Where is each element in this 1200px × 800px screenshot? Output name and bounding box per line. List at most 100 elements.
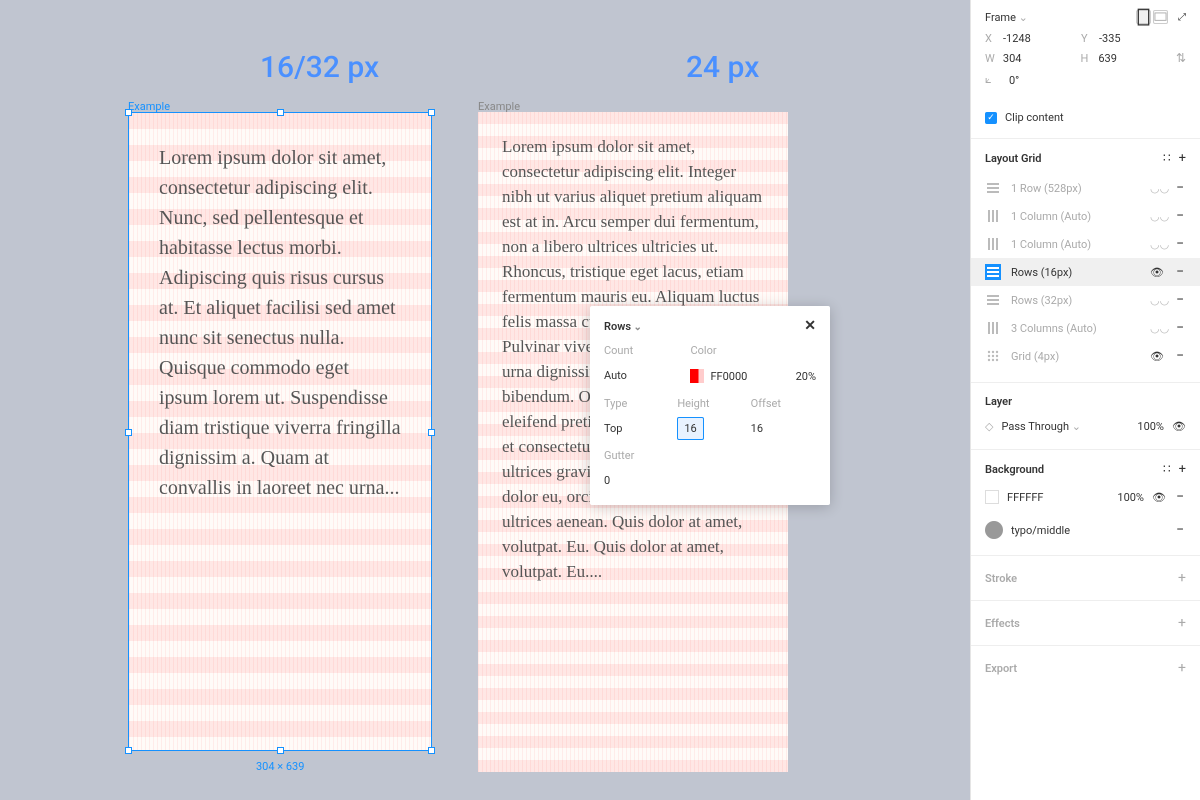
layer-section: Layer ◇ Pass Through 100% 👁 (971, 382, 1200, 449)
resize-handle[interactable] (428, 747, 435, 754)
typo-style-label[interactable]: typo/middle (1011, 524, 1070, 537)
resize-handle[interactable] (125, 747, 132, 754)
resize-handle[interactable] (125, 109, 132, 116)
landscape-icon[interactable] (1153, 10, 1168, 24)
effects-title: Effects (985, 617, 1020, 630)
x-label: X (985, 32, 1003, 45)
remove-grid-icon[interactable]: − (1174, 348, 1186, 364)
remove-grid-icon[interactable]: − (1174, 320, 1186, 336)
stroke-title: Stroke (985, 572, 1017, 585)
gutter-value[interactable]: 0 (604, 474, 610, 487)
bg-styles-icon[interactable]: ∷ (1163, 462, 1169, 477)
visibility-icon[interactable]: ◡◡ (1150, 182, 1164, 195)
resize-handle[interactable] (125, 429, 132, 436)
frame-type-dropdown[interactable]: Frame (985, 11, 1028, 24)
grid-item[interactable]: Rows (16px) 👁− (971, 258, 1200, 286)
grid-item[interactable]: Rows (32px) ◡◡− (985, 286, 1186, 314)
stroke-section[interactable]: Stroke + (971, 555, 1200, 600)
grid-styles-icon[interactable]: ∷ (1163, 151, 1169, 166)
grid-item-label: 3 Columns (Auto) (1011, 322, 1140, 335)
visibility-icon[interactable]: ◡◡ (1150, 210, 1164, 223)
remove-grid-icon[interactable]: − (1174, 180, 1186, 196)
grid-item-label: 1 Row (528px) (1011, 182, 1140, 195)
resize-handle[interactable] (277, 747, 284, 754)
heading-24: 24 px (686, 50, 759, 85)
rows-icon (985, 264, 1001, 280)
resize-fit-icon[interactable]: ⤢ (1178, 12, 1186, 23)
color-hex[interactable]: FF0000 (710, 370, 747, 383)
grid-item[interactable]: 3 Columns (Auto) ◡◡− (985, 314, 1186, 342)
export-section[interactable]: Export + (971, 645, 1200, 690)
remove-grid-icon[interactable]: − (1174, 264, 1186, 280)
height-input[interactable]: 16 (677, 417, 703, 440)
type-dropdown[interactable]: Top (604, 422, 622, 435)
layout-grid-title: Layout Grid (985, 152, 1041, 165)
constrain-proportions-icon[interactable]: ⇅ (1176, 51, 1186, 65)
grid-icon (985, 348, 1001, 364)
gutter-label: Gutter (604, 449, 816, 462)
w-input[interactable]: 304 (1003, 52, 1081, 65)
y-input[interactable]: -335 (1099, 32, 1177, 45)
color-opacity[interactable]: 20% (796, 370, 816, 383)
add-stroke-icon[interactable]: + (1178, 570, 1186, 586)
layer-opacity[interactable]: 100% (1137, 420, 1164, 433)
clip-content-checkbox[interactable]: ✓ (985, 112, 997, 124)
visibility-icon[interactable]: 👁 (1150, 266, 1164, 279)
cols-icon (985, 236, 1001, 252)
count-value[interactable]: Auto (604, 369, 627, 382)
grid-item[interactable]: Grid (4px)👁− (985, 342, 1186, 370)
cols-icon (985, 320, 1001, 336)
resize-handle[interactable] (277, 109, 284, 116)
bg-opacity[interactable]: 100% (1117, 491, 1144, 504)
grid-item[interactable]: 1 Row (528px) ◡◡− (985, 174, 1186, 202)
example-frame-1[interactable]: Lorem ipsum dolor sit amet, consectetur … (128, 112, 432, 751)
remove-style-icon[interactable]: − (1174, 522, 1186, 538)
grid-item-label: Rows (16px) (1011, 266, 1140, 279)
resize-handle[interactable] (428, 429, 435, 436)
offset-value[interactable]: 16 (751, 422, 763, 435)
visibility-icon[interactable]: ◡◡ (1150, 238, 1164, 251)
color-swatch[interactable] (690, 369, 704, 383)
rotation-input[interactable]: 0° (1009, 74, 1087, 87)
layout-grid-section: Layout Grid ∷ + 1 Row (528px)◡◡−1 Column… (971, 138, 1200, 382)
close-icon[interactable]: ✕ (804, 318, 816, 334)
x-input[interactable]: -1248 (1003, 32, 1081, 45)
clip-content-label: Clip content (1005, 111, 1064, 124)
blend-mode-dropdown[interactable]: Pass Through (1001, 420, 1081, 433)
grid-type-dropdown[interactable]: Rows (604, 320, 642, 333)
grid-item-label: 1 Column (Auto) (1011, 210, 1140, 223)
visibility-icon[interactable]: 👁 (1152, 491, 1166, 504)
visibility-icon[interactable]: 👁 (1172, 420, 1186, 433)
add-grid-icon[interactable]: + (1179, 151, 1186, 166)
color-label: Color (690, 344, 816, 357)
add-effect-icon[interactable]: + (1178, 615, 1186, 631)
bg-hex[interactable]: FFFFFF (1007, 491, 1043, 504)
heading-16-32: 16/32 px (260, 50, 379, 85)
count-label: Count (604, 344, 682, 357)
resize-handle[interactable] (428, 109, 435, 116)
blend-mode-icon: ◇ (985, 420, 993, 433)
properties-panel: Frame ⤢ X -1248 Y -335 W 304 H 639 ⇅ ⟀ 0… (970, 0, 1200, 800)
visibility-icon[interactable]: ◡◡ (1150, 322, 1164, 335)
style-swatch[interactable] (985, 521, 1003, 539)
remove-grid-icon[interactable]: − (1174, 292, 1186, 308)
bg-color-swatch[interactable] (985, 490, 999, 504)
lorem-text-1: Lorem ipsum dolor sit amet, consectetur … (129, 113, 431, 533)
grid-item[interactable]: 1 Column (Auto) ◡◡− (985, 202, 1186, 230)
cols-icon (985, 208, 1001, 224)
add-export-icon[interactable]: + (1178, 660, 1186, 676)
grid-item[interactable]: 1 Column (Auto) ◡◡− (985, 230, 1186, 258)
visibility-icon[interactable]: 👁 (1150, 350, 1164, 363)
add-fill-icon[interactable]: + (1179, 462, 1186, 477)
h-input[interactable]: 639 (1098, 52, 1176, 65)
h-label: H (1080, 52, 1098, 65)
rotation-icon: ⟀ (985, 73, 1003, 87)
remove-fill-icon[interactable]: − (1174, 489, 1186, 505)
remove-grid-icon[interactable]: − (1174, 208, 1186, 224)
grid-item-label: Rows (32px) (1011, 294, 1140, 307)
portrait-icon[interactable] (1136, 10, 1151, 24)
effects-section[interactable]: Effects + (971, 600, 1200, 645)
grid-item-label: 1 Column (Auto) (1011, 238, 1140, 251)
visibility-icon[interactable]: ◡◡ (1150, 294, 1164, 307)
remove-grid-icon[interactable]: − (1174, 236, 1186, 252)
